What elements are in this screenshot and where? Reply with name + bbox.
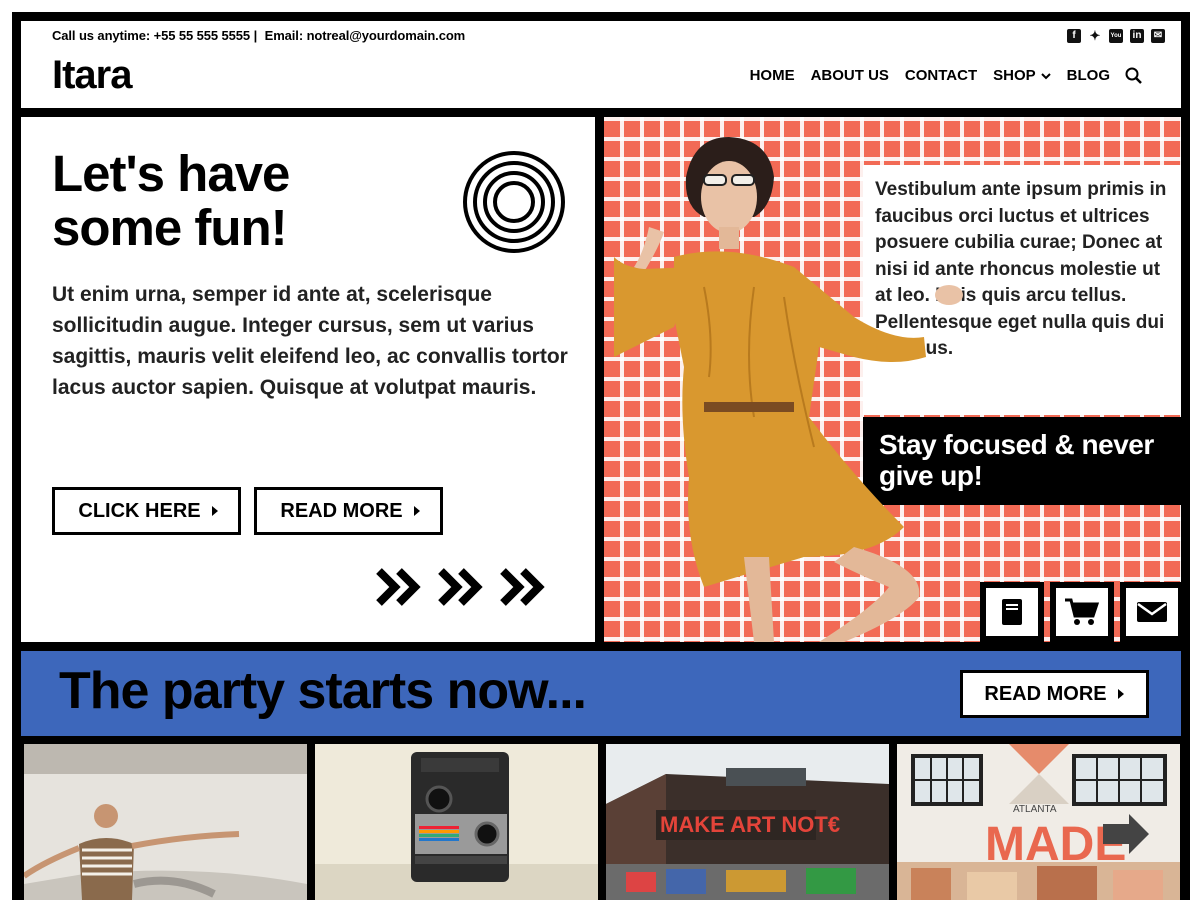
click-here-label: CLICK HERE bbox=[78, 499, 201, 522]
caret-right-icon bbox=[413, 506, 420, 516]
caret-right-icon bbox=[211, 506, 218, 516]
chevron-down-icon bbox=[1040, 72, 1051, 79]
nav-contact[interactable]: CONTACT bbox=[905, 67, 977, 84]
hero-title: Let's have some fun! bbox=[52, 145, 290, 256]
party-read-more-button[interactable]: READ MORE bbox=[960, 670, 1149, 718]
email-icon[interactable]: ✉ bbox=[1151, 29, 1165, 43]
twitter-icon[interactable]: ✦ bbox=[1088, 29, 1102, 43]
nav-shop-label: SHOP bbox=[993, 67, 1036, 84]
main-nav: HOME ABOUT US CONTACT SHOP BLOG bbox=[750, 67, 1144, 84]
feature-panel: Vestibulum ante ipsum primis in faucibus… bbox=[604, 117, 1181, 642]
click-here-button[interactable]: CLICK HERE bbox=[52, 487, 241, 535]
phone-text: Call us anytime: +55 55 555 5555 | bbox=[52, 28, 258, 43]
book-icon bbox=[1002, 599, 1022, 625]
nav-home[interactable]: HOME bbox=[750, 67, 795, 84]
linkedin-icon[interactable]: in bbox=[1130, 29, 1144, 43]
youtube-icon[interactable]: You bbox=[1109, 29, 1123, 43]
social-links: f ✦ You in ✉ bbox=[1067, 29, 1165, 43]
svg-text:ATLANTA: ATLANTA bbox=[1013, 804, 1057, 815]
nav-blog[interactable]: BLOG bbox=[1067, 67, 1110, 84]
gallery-photo-mural[interactable]: ATLANTA MADE bbox=[897, 744, 1180, 900]
hero-panel: Let's have some fun! Ut enim urna, sempe… bbox=[21, 117, 595, 642]
concentric-circles-icon bbox=[463, 151, 565, 253]
envelope-icon bbox=[1137, 602, 1167, 622]
nav-shop[interactable]: SHOP bbox=[993, 67, 1051, 84]
site-logo[interactable]: Itara bbox=[52, 53, 132, 98]
book-button[interactable] bbox=[980, 582, 1044, 642]
party-title: The party starts now... bbox=[59, 662, 587, 720]
cart-icon bbox=[1065, 598, 1100, 625]
read-more-button[interactable]: READ MORE bbox=[254, 487, 443, 535]
search-icon[interactable] bbox=[1125, 67, 1143, 85]
read-more-label: READ MORE bbox=[280, 499, 403, 522]
facebook-icon[interactable]: f bbox=[1067, 29, 1081, 43]
party-banner: The party starts now... READ MORE bbox=[21, 651, 1181, 736]
email-text[interactable]: Email: notreal@yourdomain.com bbox=[265, 28, 466, 43]
contact-bar: Call us anytime: +55 55 555 5555 | Email… bbox=[52, 28, 469, 43]
gallery-photo-building[interactable]: MAKE ART NOT€ bbox=[606, 744, 889, 900]
svg-text:MAKE ART NOT€: MAKE ART NOT€ bbox=[660, 812, 840, 837]
double-chevron-right-icon bbox=[376, 568, 545, 606]
site-header: Call us anytime: +55 55 555 5555 | Email… bbox=[21, 21, 1181, 108]
gallery-photo-girl[interactable] bbox=[24, 744, 307, 900]
hero-description: Ut enim urna, semper id ante at, sceleri… bbox=[52, 283, 568, 399]
caret-right-icon bbox=[1117, 689, 1124, 699]
photo-gallery: MAKE ART NOT€ ATLANTA MADE bbox=[24, 744, 1182, 900]
gallery-photo-camera[interactable] bbox=[315, 744, 598, 900]
mail-button[interactable] bbox=[1120, 582, 1181, 642]
quick-actions bbox=[980, 582, 1181, 642]
nav-about[interactable]: ABOUT US bbox=[811, 67, 889, 84]
woman-dancing-photo bbox=[614, 137, 963, 642]
cart-button[interactable] bbox=[1050, 582, 1114, 642]
party-read-more-label: READ MORE bbox=[984, 682, 1107, 705]
